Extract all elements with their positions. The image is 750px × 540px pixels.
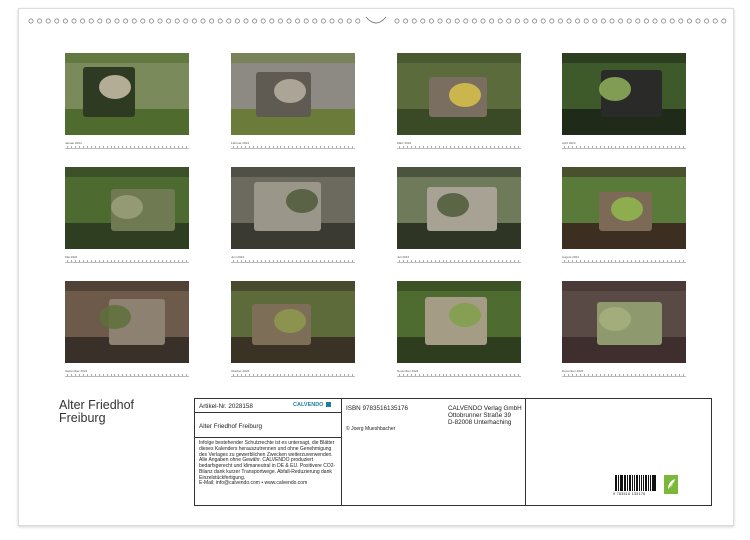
spiral-binding — [28, 16, 727, 24]
climate-neutral-icon — [664, 475, 678, 494]
article-number: Artikel-Nr. 2028158 — [199, 403, 253, 410]
month-photo — [562, 167, 686, 249]
calvendo-logo-icon — [326, 402, 331, 408]
barcode-number: 9 783516 135176 — [613, 492, 646, 496]
month-day-scale — [562, 143, 686, 149]
month-day-scale — [397, 257, 521, 263]
copyright: © Joerg Mueshbacher — [346, 426, 396, 432]
month-photo — [397, 53, 521, 135]
publisher-name: CALVENDO Verlag GmbH — [448, 405, 522, 412]
month-day-scale — [397, 371, 521, 377]
calvendo-logo: CALVENDO — [293, 402, 331, 408]
month-photo — [231, 53, 355, 135]
month-photo — [397, 167, 521, 249]
month-photo — [65, 167, 189, 249]
month-day-scale — [231, 257, 355, 263]
month-photo — [65, 53, 189, 135]
month-day-scale — [65, 371, 189, 377]
contact-email: E-Mail: info@calvendo.com • www.calvendo… — [199, 480, 308, 486]
calendar-back-cover: Januar 2024 Februar 2024 März 2024 April 20… — [18, 8, 734, 526]
title-line-2: Freiburg — [59, 411, 106, 425]
month-day-scale — [562, 371, 686, 377]
month-day-scale — [65, 143, 189, 149]
isbn: ISBN 9783516135176 — [346, 405, 408, 412]
month-day-scale — [231, 143, 355, 149]
product-title: Alter Friedhof Freiburg — [199, 423, 262, 430]
publisher-city: D-82008 Unterhaching — [448, 419, 512, 426]
info-box: Artikel-Nr. 2028158 CALVENDO Alter Fried… — [194, 398, 712, 506]
month-photo — [65, 281, 189, 363]
month-photo — [562, 53, 686, 135]
calendar-title: Alter Friedhof Freiburg — [59, 399, 134, 425]
month-photo — [231, 281, 355, 363]
month-day-scale — [562, 257, 686, 263]
legal-text: Infolge bestehender Schutzrechte ist es … — [199, 440, 336, 481]
month-day-scale — [231, 371, 355, 377]
month-photo — [231, 167, 355, 249]
month-day-scale — [397, 143, 521, 149]
month-photo — [397, 281, 521, 363]
barcode — [615, 475, 657, 491]
publisher-street: Ottobrunner Straße 39 — [448, 412, 512, 419]
month-day-scale — [65, 257, 189, 263]
month-photo — [562, 281, 686, 363]
